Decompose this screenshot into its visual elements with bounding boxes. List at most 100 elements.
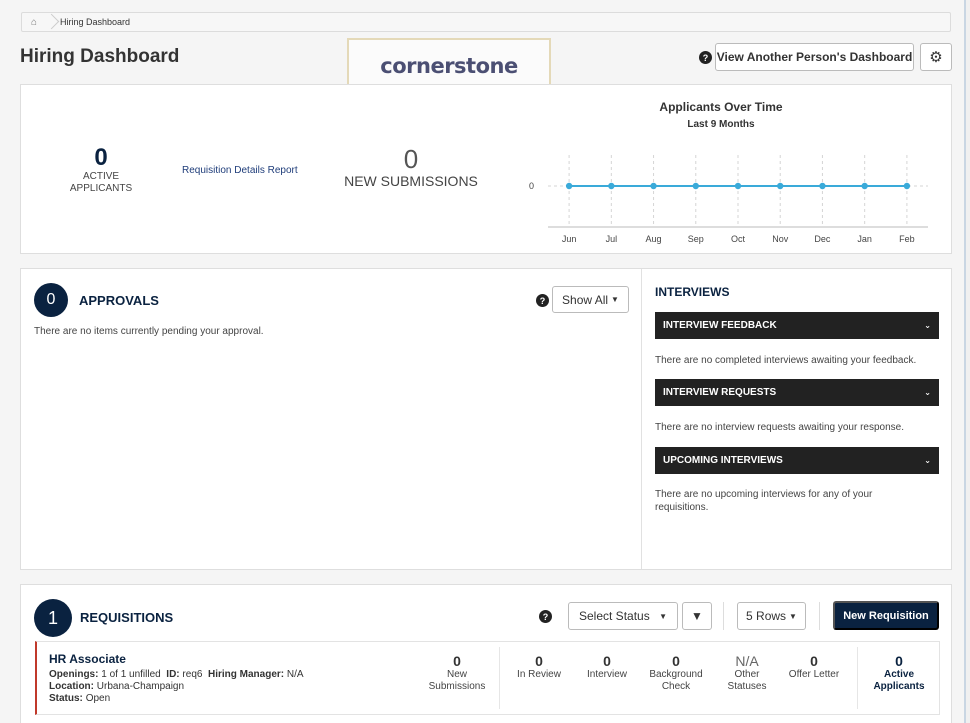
column-count: N/A [735,653,759,669]
openings-label: Openings: [49,669,99,680]
in-review-column[interactable]: 0 In Review [511,653,567,681]
column-count: 0 [672,653,680,669]
summary-panel: 0 ACTIVE APPLICANTS Requisition Details … [20,84,952,254]
column-label: Background [649,669,703,680]
interview-feedback-header[interactable]: INTERVIEW FEEDBACK ⌄ [655,312,939,339]
status-label: Status: [49,693,83,704]
toolbar-divider [819,602,820,630]
active-applicants-count: 0 [94,144,108,171]
chevron-down-icon: ⌄ [924,321,931,330]
id-label: ID: [166,669,180,680]
column-label: Submissions [428,681,486,692]
requisition-status-line: Status: Open [49,693,110,704]
hiring-manager-value: N/A [286,669,304,680]
interview-feedback-label: INTERVIEW FEEDBACK [663,320,777,331]
chart-data-point [819,182,826,190]
help-icon[interactable]: ? [539,610,552,623]
upcoming-interviews-label: UPCOMING INTERVIEWS [663,455,783,466]
interview-requests-header[interactable]: INTERVIEW REQUESTS ⌄ [655,379,939,406]
applicants-chart: Applicants Over Time Last 9 Months 0 Jun J… [501,97,941,252]
column-label: Statuses [727,681,767,692]
column-label: Active [883,669,914,680]
chart-x-tick-label: Jul [606,234,618,244]
chart-x-tick-label: Jan [857,234,872,244]
interview-requests-message: There are no interview requests awaiting… [655,422,905,433]
column-divider [499,647,500,709]
column-divider [857,647,858,709]
requisition-row[interactable]: HR Associate Openings: 1 of 1 unfilled I… [35,641,940,715]
chart-x-tick-label: Feb [899,234,915,244]
requisitions-title: REQUISITIONS [80,610,174,625]
column-count: 0 [535,653,543,669]
requisition-location-line: Location: Urbana-Champaign [49,681,184,692]
chart-data-point [565,182,573,190]
chart-data-point [861,182,868,190]
status-select[interactable]: Select Status ▼ [568,602,678,630]
home-icon[interactable]: ⌂ [22,17,46,28]
requisition-details-report-link[interactable]: Requisition Details Report [182,165,298,176]
chart-x-tick-label: Aug [646,234,662,244]
chart-data-point [777,182,784,190]
background-check-column[interactable]: 0 Background Check [643,653,709,693]
column-label: Interview [586,669,627,680]
chart-x-tick-label: Dec [814,234,831,244]
chart-x-tick-label: Nov [772,234,789,244]
column-label: New [446,669,467,680]
active-applicants-stat: 0 ACTIVE APPLICANTS [61,145,141,195]
requisitions-count-badge: 1 [34,599,72,637]
interview-requests-label: INTERVIEW REQUESTS [663,387,777,398]
chart-svg: 0 Jun Jul Aug Sep Oct Nov Dec Jan Feb [529,155,928,244]
filter-icon[interactable]: ▼ [682,602,712,630]
chart-x-tick-label: Jun [562,234,577,244]
other-statuses-column[interactable]: N/A Other Statuses [719,653,775,693]
active-applicants-column[interactable]: 0 Active Applicants [863,653,935,693]
caret-down-icon: ▼ [659,611,667,621]
gear-icon[interactable]: ⚙ [920,43,952,71]
breadcrumb-current: Hiring Dashboard [60,17,131,27]
chart-data-point [692,182,699,190]
interview-column[interactable]: 0 Interview [577,653,637,681]
approvals-interviews-panel: 0 APPROVALS There are no items currently… [20,268,952,570]
offer-letter-column[interactable]: 0 Offer Letter [781,653,847,681]
chart-data-point [650,182,657,190]
help-icon[interactable]: ? [699,51,712,64]
requisition-details-line: Openings: 1 of 1 unfilled ID: req6 Hirin… [49,669,304,680]
column-label: Offer Letter [788,669,840,680]
breadcrumb: ⌂ Hiring Dashboard [21,12,951,32]
column-count: 0 [603,653,611,669]
view-another-dashboard-button[interactable]: View Another Person's Dashboard [715,43,914,71]
rows-per-page-value: 5 Rows [746,609,787,623]
chart-y-tick-label: 0 [529,181,534,191]
column-label: Applicants [873,681,925,692]
approvals-count-badge: 0 [34,283,68,317]
caret-down-icon: ▼ [789,611,797,621]
column-label: Other [734,669,760,680]
chevron-down-icon: ⌄ [924,388,931,397]
column-label: In Review [517,669,561,680]
approvals-title: APPROVALS [79,293,159,308]
new-submissions-column[interactable]: 0 New Submissions [422,653,492,693]
chart-x-tick-label: Sep [688,234,704,244]
new-submissions-stat: 0 NEW SUBMISSIONS [336,145,486,189]
new-submissions-label: NEW SUBMISSIONS [344,173,478,189]
hiring-manager-label: Hiring Manager: [208,669,285,680]
location-value: Urbana-Champaign [96,681,185,692]
interviews-title: INTERVIEWS [655,285,730,299]
approvals-empty-message: There are no items currently pending you… [34,326,264,337]
chevron-down-icon: ⌄ [924,456,931,465]
new-requisition-button[interactable]: New Requisition [833,601,939,630]
caret-down-icon: ▼ [611,295,619,304]
breadcrumb-separator [46,12,56,32]
rows-per-page-dropdown[interactable]: 5 Rows ▼ [737,602,806,630]
upcoming-interviews-header[interactable]: UPCOMING INTERVIEWS ⌄ [655,447,939,474]
new-submissions-count: 0 [403,144,419,174]
column-count: 0 [810,653,818,669]
column-label: Check [661,681,691,692]
requisition-title-link[interactable]: HR Associate [49,652,126,666]
show-all-label: Show All [562,292,609,307]
id-value: req6 [182,669,203,680]
status-select-value: Select Status [579,609,650,623]
help-icon[interactable]: ? [536,294,549,307]
show-all-dropdown[interactable]: Show All ▼ [552,286,629,313]
requisitions-panel: 1 REQUISITIONS ? Select Status ▼ ▼ 5 Row… [20,584,952,723]
